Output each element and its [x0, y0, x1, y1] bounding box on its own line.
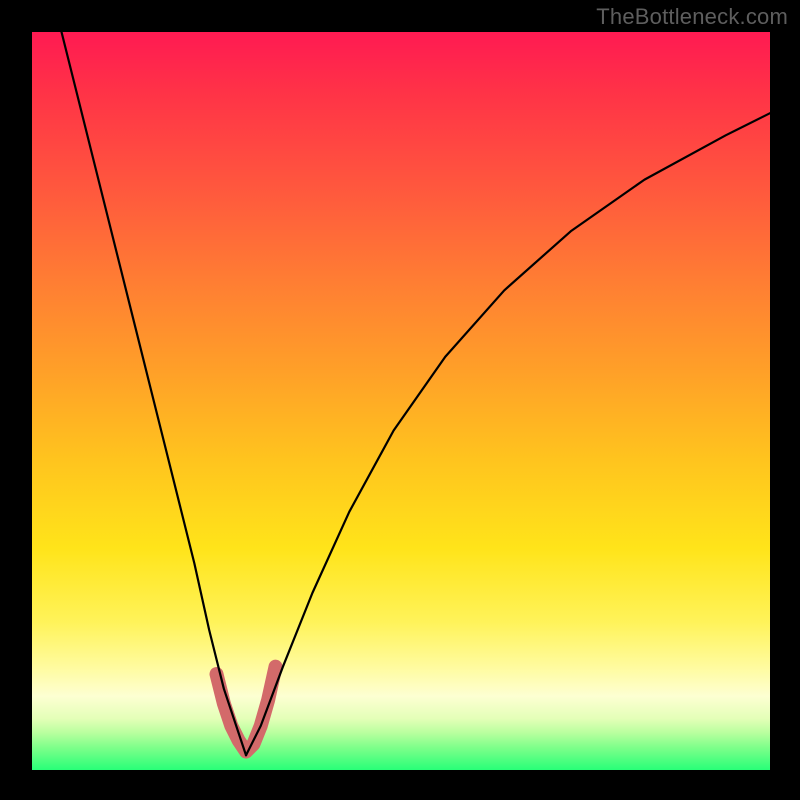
chart-frame: TheBottleneck.com	[0, 0, 800, 800]
curves-svg	[32, 32, 770, 770]
left-curve	[62, 32, 247, 755]
plot-area	[32, 32, 770, 770]
right-curve	[246, 113, 770, 755]
watermark-text: TheBottleneck.com	[596, 4, 788, 30]
